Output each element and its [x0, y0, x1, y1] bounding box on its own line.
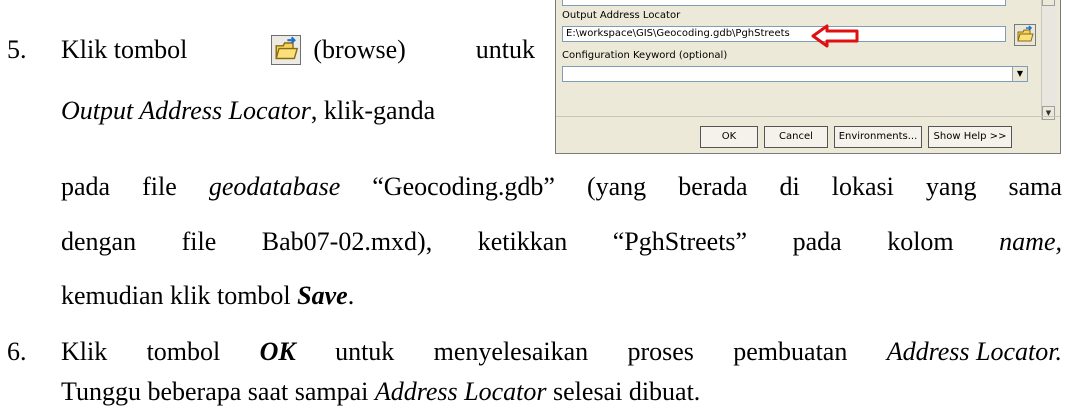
dialog-scrollbar[interactable]: ▼: [1041, 0, 1056, 120]
word: dengan: [61, 227, 137, 256]
ok-term: OK: [259, 337, 296, 366]
output-address-locator-label: Output Address Locator: [562, 10, 681, 21]
word: file: [142, 172, 177, 201]
configuration-keyword-combo[interactable]: ▼: [562, 66, 1028, 82]
word: pada: [792, 227, 842, 256]
step-5-line-3: pada file geodatabase “Geocoding.gdb” (y…: [61, 171, 1062, 203]
step-5-line-2: Output Address Locator, klik-ganda: [61, 95, 435, 127]
word: ketikkan: [477, 227, 568, 256]
word: yang: [925, 172, 977, 201]
scroll-down-arrow-icon[interactable]: ▼: [1042, 106, 1055, 120]
word: “PghStreets”: [612, 227, 748, 256]
word: name,: [999, 227, 1062, 256]
configuration-keyword-label: Configuration Keyword (optional): [562, 50, 728, 61]
ok-button[interactable]: OK: [700, 126, 758, 148]
cancel-button[interactable]: Cancel: [764, 126, 828, 148]
dialog-separator: [556, 116, 1060, 117]
step-6-number: 6.: [7, 337, 27, 366]
step-6-line-2-rest: selesai dibuat.: [546, 377, 701, 406]
red-arrow-icon: [811, 24, 859, 48]
step-5-line-4: dengan file Bab07-02.mxd), ketikkan “Pgh…: [61, 226, 1062, 258]
word: “Geocoding.gdb”: [372, 172, 555, 201]
word: file: [181, 227, 217, 256]
folder-browse-icon[interactable]: [1014, 24, 1036, 46]
word: lokasi: [831, 172, 894, 201]
scroll-up-arrow-icon[interactable]: [1042, 0, 1055, 6]
word: menyelesaikan: [433, 337, 589, 366]
word: geodatabase: [208, 172, 341, 201]
step-5-line-5: kemudian klik tombol Save.: [61, 280, 354, 312]
browse-icon-group: (browse): [257, 34, 406, 66]
save-term: Save: [297, 281, 348, 310]
word: tombol: [146, 337, 221, 366]
word: Klik: [61, 337, 108, 366]
environments-button[interactable]: Environments...: [834, 126, 922, 148]
step-5-line-1: Klik tombol (browse) untuk: [61, 34, 535, 66]
word: sama: [1008, 172, 1062, 201]
word: kolom: [887, 227, 954, 256]
document-page: ▼ Output Address Locator E:\workspace\GI…: [0, 0, 1070, 412]
period: .: [347, 281, 355, 310]
word: pembuatan: [733, 337, 848, 366]
step-5-text-a: Klik tombol: [61, 35, 188, 64]
word: pada: [61, 172, 111, 201]
show-help-button[interactable]: Show Help >>: [928, 126, 1012, 148]
word: di: [779, 172, 800, 201]
step-5-text-b: (browse): [313, 35, 406, 64]
output-address-locator-input[interactable]: E:\workspace\GIS\Geocoding.gdb\PghStreet…: [562, 26, 1006, 42]
step-5-line-5-text: kemudian klik tombol: [61, 281, 298, 310]
geocoding-dialog-screenshot: ▼ Output Address Locator E:\workspace\GI…: [555, 0, 1061, 154]
address-locator-term: Address Locator.: [886, 337, 1062, 366]
word: (yang: [586, 172, 647, 201]
step-5-number: 5.: [7, 35, 27, 64]
folder-browse-icon: [271, 35, 302, 65]
word: berada: [678, 172, 748, 201]
word: proses: [627, 337, 694, 366]
step-6-line-1: Klik tombol OK untuk menyelesaikan prose…: [61, 336, 1062, 368]
step-6-line-2-text: Tunggu beberapa saat sampai: [61, 377, 375, 406]
address-locator-term: Address Locator: [374, 377, 547, 406]
step-5-text-c: untuk: [475, 35, 535, 64]
output-address-locator-term: Output Address Locator: [61, 96, 311, 125]
step-6-line-2: Tunggu beberapa saat sampai Address Loca…: [61, 376, 700, 408]
word: untuk: [335, 337, 395, 366]
word: Bab07-02.mxd),: [261, 227, 433, 256]
previous-field[interactable]: [562, 0, 1006, 6]
dropdown-arrow-icon[interactable]: ▼: [1012, 67, 1027, 81]
step-5-line-2-rest: , klik-ganda: [310, 96, 436, 125]
